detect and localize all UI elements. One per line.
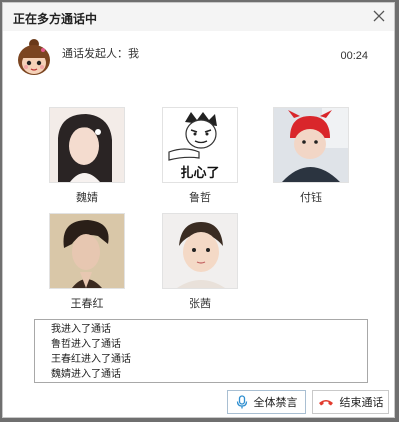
log-entry: 我进入了通话 xyxy=(51,324,111,335)
end-call-label: 结束通话 xyxy=(339,397,384,409)
member-card[interactable]: 付钰 xyxy=(273,107,349,205)
log-entry: 鲁哲进入了通话 xyxy=(51,339,121,350)
member-photo xyxy=(162,213,238,289)
call-log[interactable]: 我进入了通话 鲁哲进入了通话 王春红进入了通话 魏婧进入了通话 xyxy=(34,319,368,383)
initiator-label: 通话发起人：我 xyxy=(62,48,139,60)
member-name: 王春红 xyxy=(70,298,104,310)
member-card[interactable]: 魏婧 xyxy=(49,107,125,205)
mute-all-label: 全体禁言 xyxy=(253,397,298,409)
user-avatar xyxy=(18,39,50,75)
hang-up-icon xyxy=(318,400,333,406)
photo-caption: 扎心了 xyxy=(180,165,220,180)
member-photo xyxy=(273,107,349,183)
close-icon[interactable] xyxy=(370,7,388,25)
member-name: 付钰 xyxy=(300,192,322,204)
call-window: 正在多方通话中 通话发起人：我 00:24 魏婧 扎心了 鲁哲 付钰 王春红 张… xyxy=(2,2,395,418)
mute-all-button[interactable]: 全体禁言 xyxy=(227,390,306,414)
member-name: 魏婧 xyxy=(76,192,98,204)
end-call-button[interactable]: 结束通话 xyxy=(312,390,389,414)
log-entry: 魏婧进入了通话 xyxy=(51,369,121,380)
member-photo xyxy=(49,107,125,183)
microphone-icon xyxy=(236,395,247,409)
member-card[interactable]: 张茜 xyxy=(162,213,238,311)
member-photo xyxy=(49,213,125,289)
member-name: 张茜 xyxy=(189,298,211,310)
log-entry: 王春红进入了通话 xyxy=(51,354,131,365)
member-card[interactable]: 扎心了 鲁哲 xyxy=(162,107,238,205)
member-name: 鲁哲 xyxy=(189,192,211,204)
window-title: 正在多方通话中 xyxy=(13,12,98,26)
member-card[interactable]: 王春红 xyxy=(49,213,125,311)
title-bar: 正在多方通话中 xyxy=(3,3,394,31)
call-timer: 00:24 xyxy=(340,50,368,62)
member-photo: 扎心了 xyxy=(162,107,238,183)
